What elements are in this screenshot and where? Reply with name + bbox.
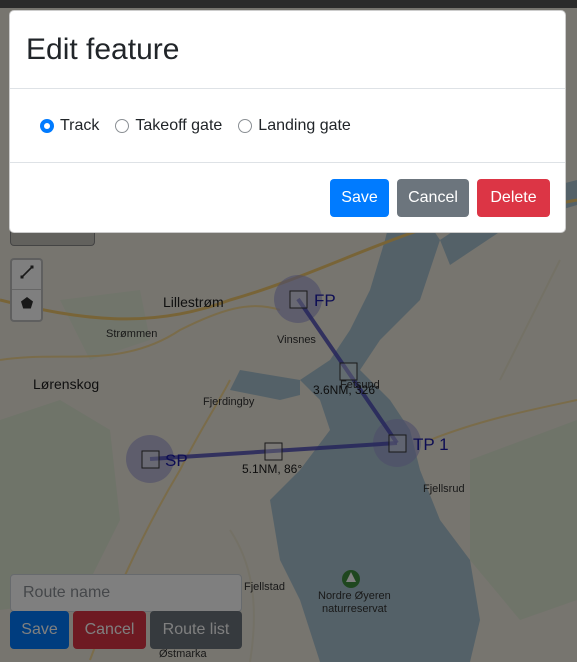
feature-type-options: Track Takeoff gate Landing gate	[10, 89, 565, 163]
radio-label-landing-gate: Landing gate	[258, 116, 351, 134]
modal-cancel-button[interactable]: Cancel	[397, 179, 469, 217]
radio-button-track[interactable]	[40, 118, 54, 133]
top-navbar	[0, 0, 577, 8]
radio-option-landing-gate[interactable]: Landing gate	[238, 117, 351, 135]
edit-feature-modal: Edit feature Track Takeoff gate Landing …	[9, 10, 566, 233]
modal-save-button[interactable]: Save	[330, 179, 389, 217]
radio-button-takeoff-gate[interactable]	[115, 118, 130, 133]
radio-label-track: Track	[60, 116, 100, 134]
radio-label-takeoff-gate: Takeoff gate	[135, 116, 223, 134]
modal-delete-button[interactable]: Delete	[477, 179, 550, 217]
radio-option-takeoff-gate[interactable]: Takeoff gate	[115, 117, 222, 135]
modal-footer: Save Cancel Delete	[10, 163, 565, 233]
radio-option-track[interactable]: Track	[40, 117, 99, 135]
modal-title: Edit feature	[26, 32, 180, 66]
modal-header: Edit feature	[10, 11, 565, 89]
radio-button-landing-gate[interactable]	[238, 118, 253, 133]
